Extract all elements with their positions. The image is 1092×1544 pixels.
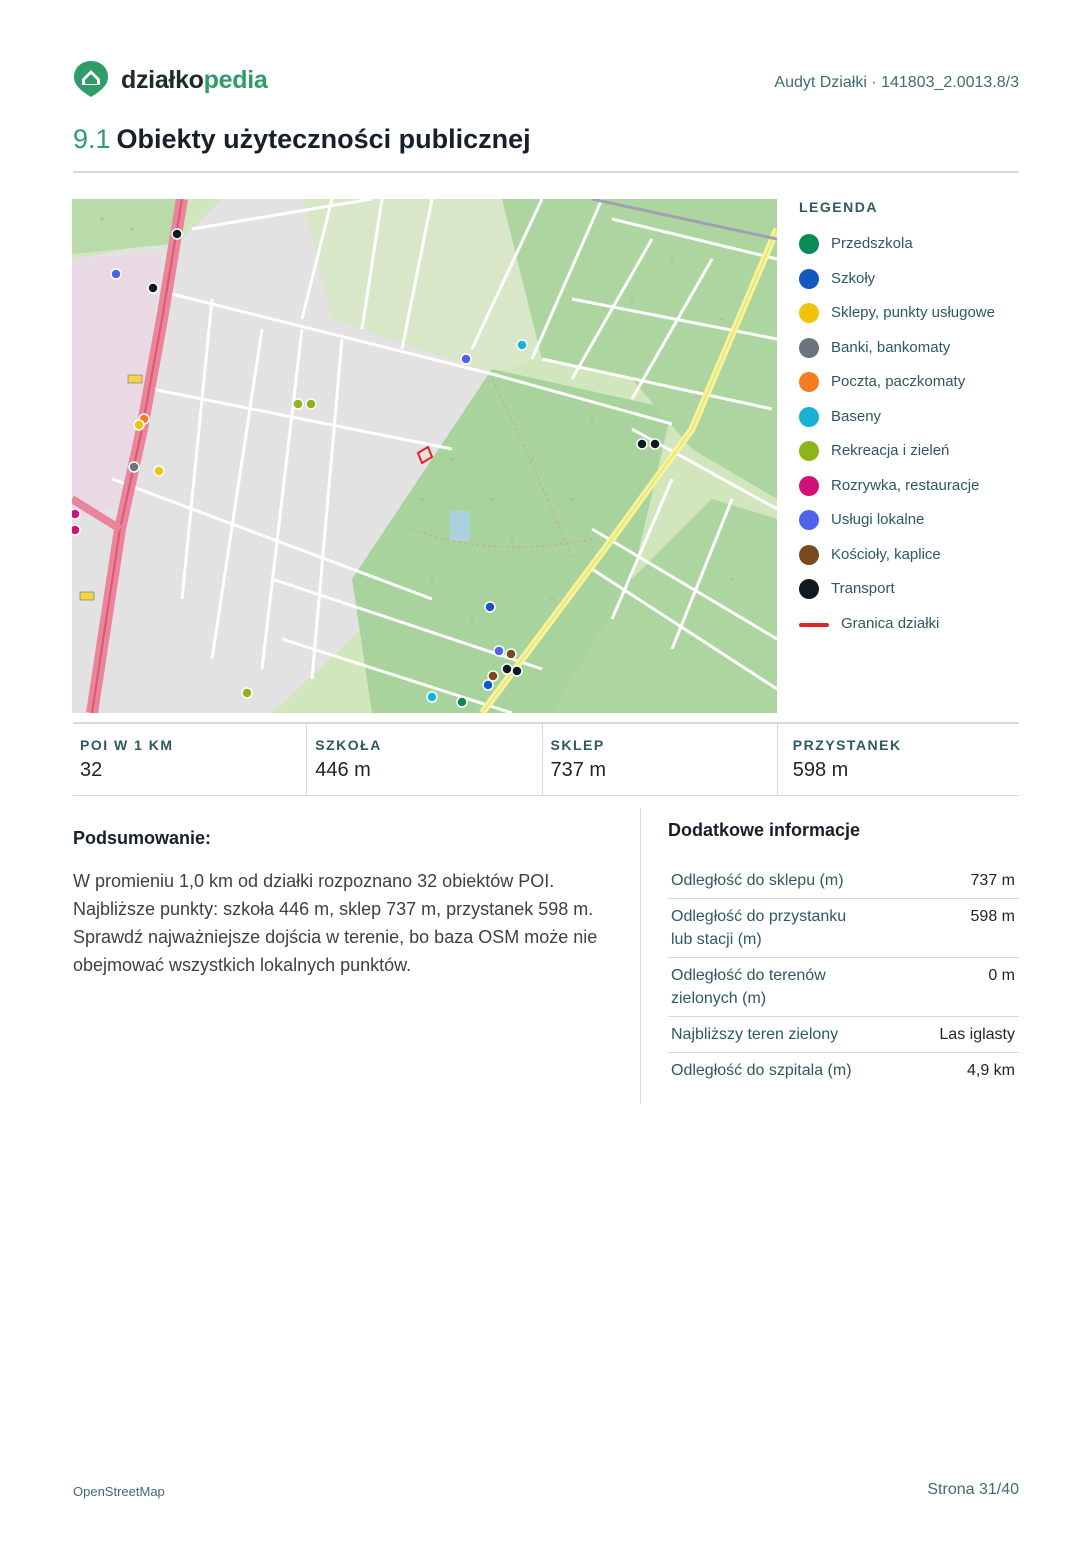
info-row: Odległość do przystanku lub stacji (m) 59… — [668, 899, 1019, 958]
info-row: Odległość do sklepu (m) 737 m — [668, 863, 1019, 899]
poi-map[interactable] — [72, 199, 777, 713]
boundary-line-icon — [799, 622, 829, 627]
legend-item-label: Sklepy, punkty usługowe — [831, 304, 995, 321]
legend-item: Usługi lokalne — [799, 510, 1019, 545]
section-number: 9.1 — [73, 124, 111, 154]
page-number: Strona 31/40 — [927, 1481, 1019, 1498]
legend-item: Rekreacja i zieleń — [799, 441, 1019, 476]
stat-value: 737 m — [550, 759, 607, 781]
stat-label: SKLEP — [550, 737, 605, 753]
info-row-value: Las iglasty — [939, 1026, 1015, 1043]
stat-value: 446 m — [315, 759, 371, 781]
legend-item: Baseny — [799, 406, 1019, 442]
info-row-label: Najbliższy teren zielony — [671, 1026, 839, 1043]
brand-name: działkopedia — [121, 66, 268, 95]
legend-item-label: Poczta, paczkomaty — [831, 373, 966, 390]
legend-item-label: Banki, bankomaty — [831, 338, 951, 356]
stat-value: 598 m — [792, 759, 849, 781]
legend-item-boundary: Granica działki — [799, 614, 1019, 649]
additional-info-title: Dodatkowe informacje — [668, 820, 861, 840]
stats-strip: POI W 1 KM 32 SZKOŁA 446 m SKLEP 737 m PRZYSTA… — [73, 722, 1019, 796]
legend-item: Szkoły — [799, 268, 1019, 304]
map-legend: LEGENDA Przedszkola Szkoły Sklepy, punkty … — [799, 199, 1019, 648]
stat-cell: POI W 1 KM 32 — [73, 724, 308, 795]
page-header: działkopedia Audyt Działki · 141803_2.00… — [73, 60, 1019, 100]
section-title-text: Obiekty użyteczności publicznej — [116, 124, 531, 154]
info-row-label: Odległość do przystanku lub stacji (m) — [671, 908, 847, 948]
legend-dot-icon — [799, 544, 819, 565]
brand-name-part2: pedia — [203, 66, 268, 94]
legend-item-label: Kościoły, kaplice — [831, 545, 941, 563]
column-divider — [640, 808, 641, 1104]
stat-label: PRZYSTANEK — [792, 737, 902, 753]
info-row-label: Odległość do terenów zielonych (m) — [671, 967, 826, 1007]
stat-label: POI W 1 KM — [80, 737, 174, 753]
legend-item: Przedszkola — [799, 234, 1019, 269]
info-row-label: Odległość do szpitala (m) — [671, 1062, 852, 1079]
info-row-value: 598 m — [970, 908, 1015, 925]
info-row-value: 4,9 km — [966, 1062, 1015, 1079]
legend-item-label: Baseny — [831, 407, 882, 425]
legend-item-label: Rozrywka, restauracje — [831, 476, 980, 494]
summary-text: W promieniu 1,0 km od działki rozpoznano… — [73, 871, 598, 975]
stat-label: SZKOŁA — [315, 737, 382, 753]
legend-item: Kościoły, kaplice — [799, 544, 1019, 580]
legend-dot-icon — [799, 268, 819, 289]
stat-cell: SZKOŁA 446 m — [307, 724, 543, 795]
summary-title: Podsumowanie: — [73, 828, 212, 848]
summary-section: Podsumowanie: W promieniu 1,0 km od dzia… — [73, 828, 623, 979]
additional-info-section: Dodatkowe informacje Odległość do sklepu… — [668, 820, 1019, 1088]
legend-dot-icon — [799, 406, 819, 427]
legend-dot-icon — [799, 510, 819, 530]
info-row-value: 737 m — [970, 872, 1015, 889]
stat-cell: PRZYSTANEK 598 m — [778, 724, 1019, 795]
legend-item-label: Granica działki — [841, 614, 940, 632]
legend-dot-icon — [799, 303, 819, 323]
legend-dot-icon — [799, 337, 819, 358]
legend-item: Rozrywka, restauracje — [799, 475, 1019, 511]
audit-label: Audyt Działki · 141803_2.0013.8/3 — [774, 74, 1019, 91]
legend-items: Przedszkola Szkoły Sklepy, punkty usługowe… — [799, 234, 1019, 614]
info-row-value: 0 m — [988, 967, 1015, 984]
legend-item-label: Rekreacja i zieleń — [831, 442, 950, 459]
legend-dot-icon — [799, 441, 819, 461]
legend-item-label: Przedszkola — [831, 235, 913, 252]
info-row: Odległość do terenów zielonych (m) 0 m — [668, 958, 1019, 1017]
info-row-label: Odległość do sklepu (m) — [671, 872, 844, 889]
legend-dot-icon — [799, 475, 819, 496]
legend-dot-icon — [799, 234, 819, 254]
legend-item-label: Transport — [831, 580, 895, 597]
additional-info-table: Odległość do sklepu (m) 737 m Odległość do… — [668, 863, 1019, 1088]
legend-item-label: Usługi lokalne — [831, 511, 925, 528]
map-source: OpenStreetMap — [73, 1484, 165, 1499]
map-svg — [72, 199, 777, 713]
info-row: Odległość do szpitala (m) 4,9 km — [668, 1053, 1019, 1088]
legend-item-label: Szkoły — [831, 269, 876, 287]
title-divider — [73, 171, 1019, 173]
stat-value: 32 — [80, 759, 103, 781]
legend-item: Poczta, paczkomaty — [799, 372, 1019, 407]
dzialkopedia-logo-icon — [74, 61, 108, 97]
legend-title: LEGENDA — [799, 199, 878, 215]
stat-cell: SKLEP 737 m — [543, 724, 778, 795]
legend-dot-icon — [799, 372, 819, 392]
section-title: 9.1 Obiekty użyteczności publicznej — [73, 124, 531, 155]
brand-name-part1: działko — [121, 66, 204, 94]
legend-item: Banki, bankomaty — [799, 337, 1019, 373]
info-row: Najbliższy teren zielony Las iglasty — [668, 1017, 1019, 1053]
legend-dot-icon — [799, 579, 819, 599]
legend-item: Transport — [799, 579, 1019, 614]
legend-item: Sklepy, punkty usługowe — [799, 303, 1019, 338]
